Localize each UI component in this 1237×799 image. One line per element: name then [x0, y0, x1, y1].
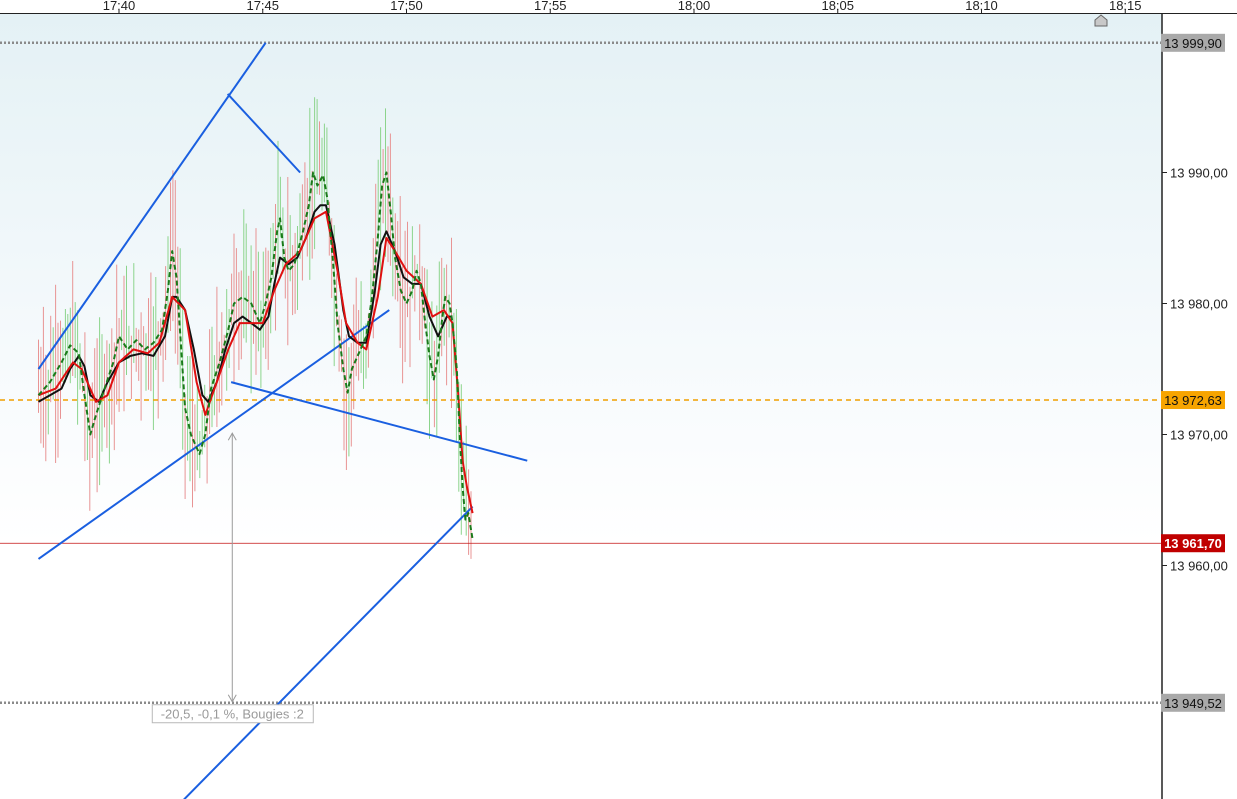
x-tick-label: 18:15 — [1109, 0, 1142, 13]
plot-background-lower — [0, 544, 1162, 799]
price-tag-label: 13 949,52 — [1164, 696, 1222, 711]
plot-background — [0, 14, 1162, 544]
time-axis: 17:40 17:45 17:50 17:55 18:00 18:05 18:10 18:15 — [103, 0, 1142, 13]
y-tick-label: 13 990,00 — [1170, 166, 1228, 181]
measure-label: -20,5, -0,1 %, Bougies :2 — [161, 707, 304, 722]
x-tick-label: 17:40 — [103, 0, 136, 13]
price-tags: 13 999,90 13 972,63 13 961,70 13 949,52 — [1161, 33, 1225, 712]
price-axis: 13 990,00 13 980,00 13 970,00 13 960,00 — [1162, 166, 1228, 574]
y-tick-label: 13 960,00 — [1170, 559, 1228, 574]
price-tag-label: 13 999,90 — [1164, 36, 1222, 51]
x-tick-label: 18:10 — [965, 0, 998, 13]
x-tick-label: 17:50 — [390, 0, 423, 13]
price-chart[interactable]: -20,5, -0,1 %, Bougies :2 17:40 17:45 17:5… — [0, 0, 1237, 799]
x-tick-label: 18:05 — [821, 0, 854, 13]
y-tick-label: 13 980,00 — [1170, 297, 1228, 312]
x-tick-label: 17:45 — [246, 0, 279, 13]
x-tick-label: 18:00 — [678, 0, 711, 13]
price-tag-label: 13 961,70 — [1164, 536, 1222, 551]
x-tick-label: 17:55 — [534, 0, 567, 13]
price-tag-label: 13 972,63 — [1164, 393, 1222, 408]
y-tick-label: 13 970,00 — [1170, 428, 1228, 443]
